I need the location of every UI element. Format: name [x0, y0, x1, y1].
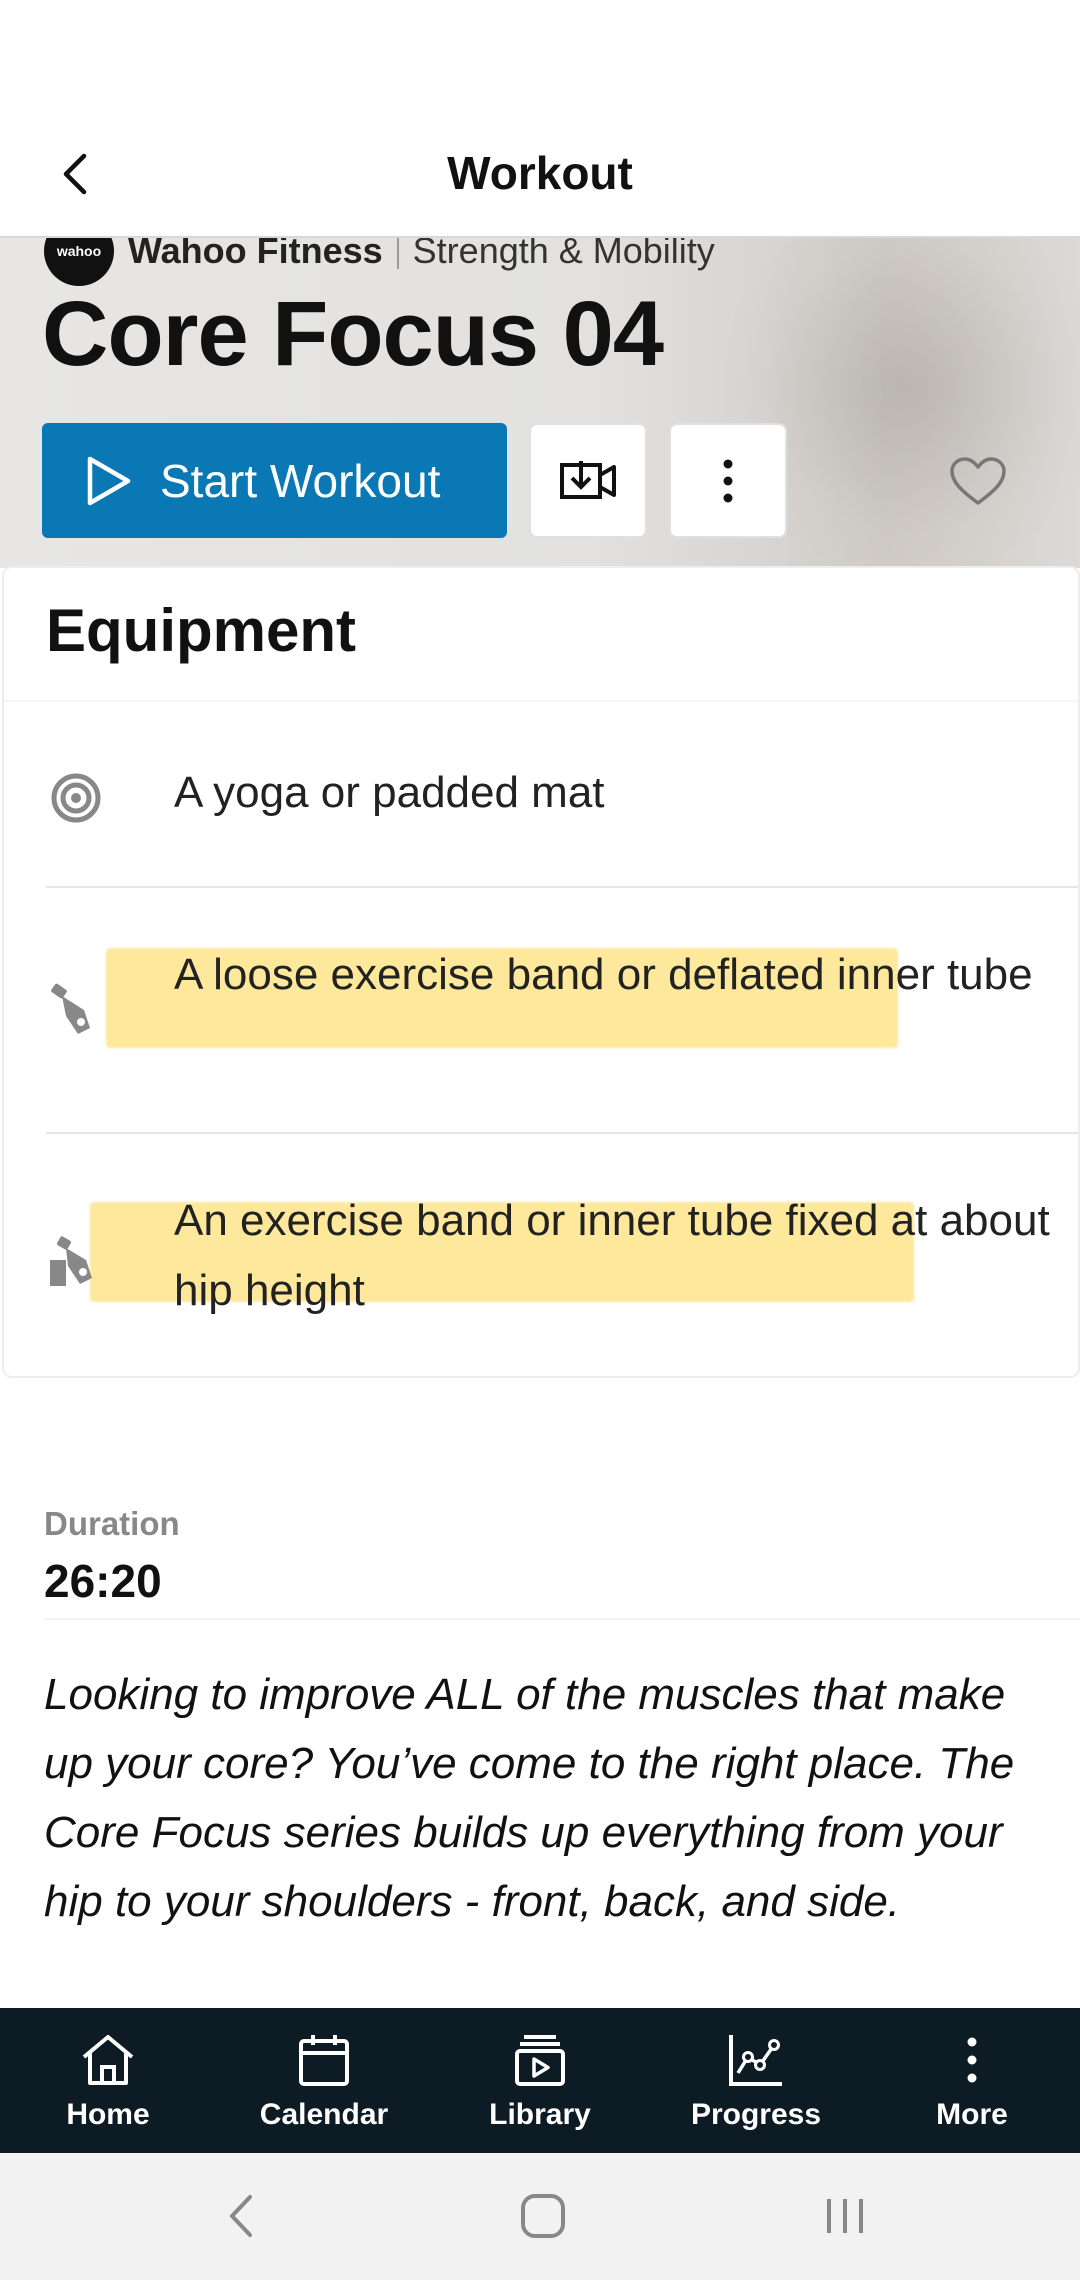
download-video-icon	[560, 460, 616, 499]
nav-label: Progress	[690, 2098, 822, 2131]
workout-hero: wahoo Wahoo Fitness Strength & Mobility …	[0, 238, 1080, 568]
nav-item-library[interactable]: Library	[432, 2008, 648, 2153]
nav-label: More	[936, 2098, 1008, 2131]
duration-value: 26:20	[44, 1555, 162, 1607]
equipment-heading: Equipment	[46, 597, 356, 664]
divider	[4, 700, 1078, 702]
nav-item-home[interactable]: Home	[0, 2008, 216, 2153]
exercise-band-icon	[46, 980, 106, 1040]
equipment-item: An exercise band or inner tube fixed at …	[46, 1186, 1080, 1326]
library-icon	[510, 2030, 570, 2090]
nav-item-progress[interactable]: Progress	[648, 2008, 864, 2153]
divider	[46, 1132, 1078, 1134]
brand-row: wahoo Wahoo Fitness Strength & Mobility	[44, 238, 715, 286]
equipment-item: A yoga or padded mat	[46, 758, 1080, 838]
nav-label: Library	[489, 2098, 591, 2131]
workout-category: Strength & Mobility	[412, 238, 715, 271]
nav-label: Home	[66, 2098, 150, 2131]
nav-item-calendar[interactable]: Calendar	[216, 2008, 432, 2153]
app-bar: Workout	[0, 0, 1080, 238]
more-options-button[interactable]	[669, 423, 787, 538]
equipment-label: A yoga or padded mat	[174, 768, 605, 817]
bottom-navigation: Home Calendar Library Progress More	[0, 2008, 1080, 2153]
system-home-icon	[521, 2194, 565, 2238]
more-vertical-icon	[723, 459, 733, 502]
system-home-button[interactable]	[508, 2181, 578, 2251]
anchored-band-icon	[46, 1232, 106, 1292]
divider	[44, 1618, 1080, 1620]
divider	[46, 886, 1078, 888]
start-workout-label: Start Workout	[160, 454, 441, 507]
brand-logo: wahoo	[44, 238, 114, 286]
calendar-icon	[294, 2030, 354, 2090]
system-recents-button[interactable]	[810, 2181, 880, 2251]
nav-label: Calendar	[259, 2098, 389, 2131]
equipment-card: Equipment A yoga or padded mat A loose e…	[2, 566, 1080, 1378]
home-icon	[78, 2030, 138, 2090]
system-back-icon	[230, 2195, 252, 2237]
duration-label: Duration	[44, 1505, 180, 1542]
equipment-label: An exercise band or inner tube fixed at …	[174, 1196, 1050, 1315]
favorite-button[interactable]	[944, 448, 1012, 516]
equipment-label: A loose exercise band or deflated inner …	[174, 950, 1033, 999]
system-back-button[interactable]	[206, 2181, 276, 2251]
yoga-mat-icon	[46, 768, 106, 828]
progress-icon	[726, 2030, 786, 2090]
play-icon	[87, 456, 131, 505]
brand-divider	[396, 238, 399, 269]
download-video-button[interactable]	[529, 423, 647, 538]
page-title: Workout	[447, 147, 633, 199]
workout-description: Looking to improve ALL of the muscles th…	[44, 1670, 1015, 1926]
system-navigation-bar	[0, 2153, 1080, 2280]
equipment-item: A loose exercise band or deflated inner …	[46, 940, 1080, 1080]
heart-icon	[950, 457, 1006, 505]
system-recents-icon	[827, 2199, 863, 2233]
workout-title: Core Focus 04	[42, 283, 664, 385]
more-vertical-icon	[942, 2030, 1002, 2090]
nav-item-more[interactable]: More	[864, 2008, 1080, 2153]
brand-name: Wahoo Fitness	[128, 238, 383, 271]
start-workout-button[interactable]: Start Workout	[42, 423, 507, 538]
